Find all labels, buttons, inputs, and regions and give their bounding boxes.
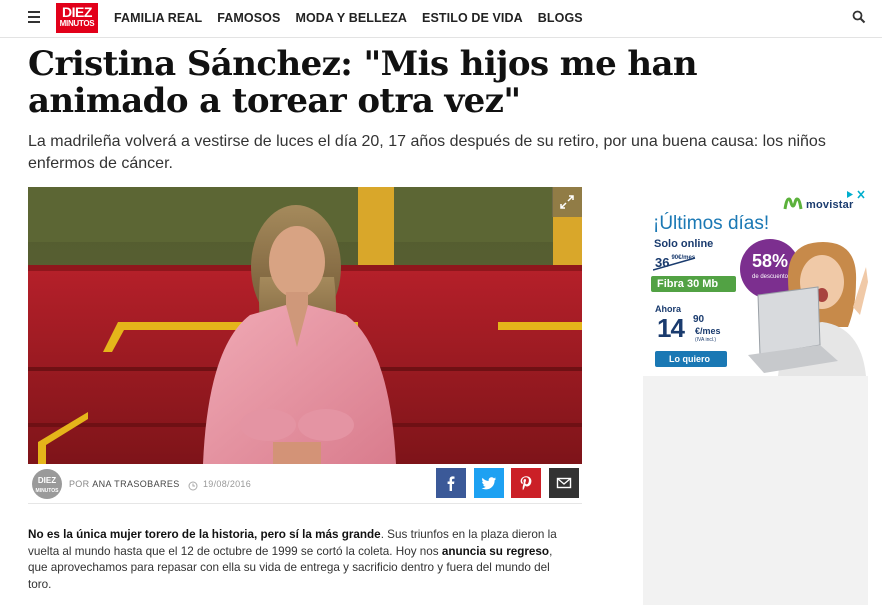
ad-solo-online: Solo online bbox=[654, 238, 714, 250]
avatar-text-bottom: MINUTOS bbox=[35, 488, 59, 494]
twitter-icon bbox=[481, 477, 496, 490]
avatar-text-top: DIEZ bbox=[37, 476, 57, 485]
logo-text-top: DIEZ bbox=[62, 4, 92, 20]
nav-item-moda-y-belleza[interactable]: MODA Y BELLEZA bbox=[295, 11, 407, 25]
movistar-logo-icon bbox=[783, 197, 803, 210]
nav-item-famosos[interactable]: FAMOSOS bbox=[217, 11, 280, 25]
body-bold-link[interactable]: anuncia su regreso bbox=[442, 545, 549, 558]
hero-image[interactable] bbox=[28, 187, 582, 464]
expand-image-icon[interactable] bbox=[552, 187, 582, 217]
article-byline: DIEZ MINUTOS POR ANA TRASOBARES 19/08/20… bbox=[28, 464, 582, 504]
byline-by-label: POR bbox=[69, 479, 90, 489]
ad-per-month: €/mes bbox=[695, 326, 721, 336]
nav-item-estilo-de-vida[interactable]: ESTILO DE VIDA bbox=[422, 11, 523, 25]
author-avatar[interactable]: DIEZ MINUTOS bbox=[32, 469, 62, 499]
movistar-ad-banner[interactable]: movistar ¡Últimos días! Solo online 36 90… bbox=[643, 187, 868, 376]
share-pinterest-button[interactable] bbox=[511, 468, 541, 498]
ad-iva-note: (IVA incl.) bbox=[695, 337, 717, 343]
ad-price-cents: 90 bbox=[693, 314, 705, 325]
search-icon[interactable] bbox=[852, 10, 866, 24]
share-twitter-button[interactable] bbox=[474, 468, 504, 498]
clock-icon bbox=[188, 478, 198, 491]
ad-old-price: 36 90€/mes bbox=[653, 255, 696, 271]
pinterest-icon bbox=[520, 476, 532, 491]
article-body-paragraph: No es la única mujer torero de la histor… bbox=[28, 527, 558, 593]
adchoices-icon[interactable] bbox=[844, 187, 868, 199]
article-title: Cristina Sánchez: "Mis hijos me han anim… bbox=[28, 44, 698, 121]
ad-product-pill: Fibra 30 Mb bbox=[651, 276, 736, 292]
ad-brand: movistar bbox=[806, 199, 854, 211]
article-subtitle: La madrileña volverá a vestirse de luces… bbox=[28, 133, 826, 172]
main-nav: FAMILIA REAL FAMOSOS MODA Y BELLEZA ESTI… bbox=[114, 11, 598, 25]
top-navigation-bar: DIEZ MINUTOS FAMILIA REAL FAMOSOS MODA Y… bbox=[0, 0, 882, 38]
byline-author[interactable]: ANA TRASOBARES bbox=[92, 479, 179, 489]
ad-woman-laptop-illustration bbox=[748, 242, 868, 376]
ad-price: 14 bbox=[657, 313, 685, 343]
logo-text-bottom: MINUTOS bbox=[59, 19, 95, 28]
nav-item-blogs[interactable]: BLOGS bbox=[538, 11, 583, 25]
hero-photo-illustration bbox=[28, 187, 582, 464]
email-icon bbox=[556, 477, 572, 489]
hamburger-icon[interactable] bbox=[28, 11, 40, 23]
site-logo[interactable]: DIEZ MINUTOS bbox=[56, 3, 98, 33]
ad-headline: ¡Últimos días! bbox=[653, 213, 770, 234]
facebook-icon bbox=[447, 476, 455, 491]
share-facebook-button[interactable] bbox=[436, 468, 466, 498]
nav-item-familia-real[interactable]: FAMILIA REAL bbox=[114, 11, 202, 25]
publish-date: 19/08/2016 bbox=[203, 479, 252, 489]
body-bold-lead: No es la única mujer torero de la histor… bbox=[28, 528, 381, 541]
byline-text: POR ANA TRASOBARES bbox=[69, 479, 180, 489]
share-email-button[interactable] bbox=[549, 468, 579, 498]
ad-cta-button[interactable]: Lo quiero bbox=[655, 351, 727, 367]
